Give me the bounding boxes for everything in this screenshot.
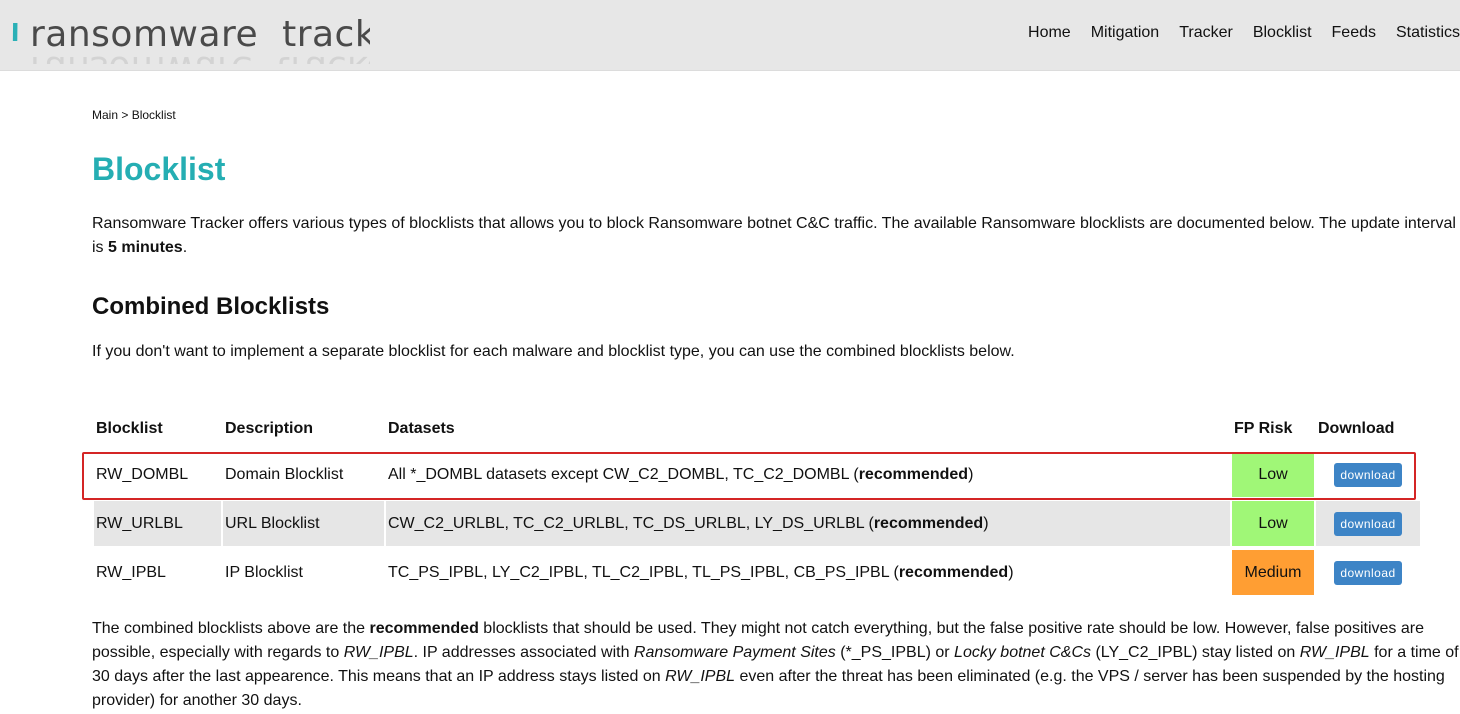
cell-datasets: CW_C2_URLBL, TC_C2_URLBL, TC_DS_URLBL, L… — [386, 501, 1230, 546]
footer-text-4: (*_PS_IPBL) or — [835, 644, 955, 661]
cell-description: Domain Blocklist — [225, 465, 344, 483]
table-row: RW_IPBL IP Blocklist TC_PS_IPBL, LY_C2_I… — [94, 550, 1420, 595]
download-button[interactable]: download — [1334, 462, 1402, 487]
download-button[interactable]: download — [1334, 560, 1402, 585]
cell-datasets: All *_DOMBL datasets except CW_C2_DOMBL,… — [386, 452, 1230, 497]
page-title: Blocklist — [92, 151, 226, 187]
section-title: Combined Blocklists — [92, 293, 330, 320]
breadcrumb-separator: > — [118, 108, 132, 122]
breadcrumb: Main > Blocklist — [92, 108, 176, 122]
cell-description: URL Blocklist — [223, 501, 384, 546]
footer-text-3: . IP addresses associated with — [413, 644, 634, 661]
logo-reflection: ransomware tracker — [30, 48, 370, 64]
cell-datasets: TC_PS_IPBL, LY_C2_IPBL, TL_C2_IPBL, TL_P… — [386, 550, 1230, 595]
cell-blocklist: RW_URLBL — [94, 501, 221, 546]
download-button[interactable]: download — [1334, 511, 1402, 536]
nav-tracker[interactable]: Tracker — [1179, 24, 1233, 42]
main-nav: Home Mitigation Tracker Blocklist Feeds … — [1008, 24, 1460, 42]
datasets-text: CW_C2_URLBL, TC_C2_URLBL, TC_DS_URLBL, L… — [388, 514, 874, 532]
cell-download: download — [1316, 550, 1420, 595]
footer-italic-rw-ipbl: RW_IPBL — [343, 644, 414, 661]
datasets-close: ) — [983, 514, 989, 532]
footer-italic-rw-ipbl-3: RW_IPBL — [665, 668, 736, 685]
fp-risk-badge: Low — [1232, 501, 1314, 546]
footer-italic-payment-sites: Ransomware Payment Sites — [633, 644, 836, 661]
datasets-text: All *_DOMBL datasets except CW_C2_DOMBL,… — [388, 465, 859, 483]
footer-text-1: The combined blocklists above are the — [92, 620, 370, 637]
logo-slashes: \\ — [10, 20, 19, 45]
table-row: RW_URLBL URL Blocklist CW_C2_URLBL, TC_C… — [94, 501, 1420, 546]
header-download: Download — [1318, 420, 1395, 437]
cell-blocklist: RW_IPBL — [96, 563, 166, 581]
fp-risk-badge: Low — [1232, 452, 1314, 497]
breadcrumb-main[interactable]: Main — [92, 108, 118, 122]
intro-text: Ransomware Tracker offers various types … — [92, 215, 1456, 256]
cell-blocklist: RW_DOMBL — [96, 465, 189, 483]
section-description: If you don't want to implement a separat… — [92, 343, 1015, 360]
table-header-row: Blocklist Description Datasets FP Risk D… — [94, 410, 1420, 448]
nav-home[interactable]: Home — [1028, 24, 1071, 42]
header-description: Description — [225, 420, 314, 437]
header-datasets: Datasets — [388, 420, 455, 437]
recommended-label: recommended — [873, 514, 984, 532]
header-blocklist: Blocklist — [96, 420, 163, 437]
ransomware-tracker-logo[interactable]: \\ ransomware tracker ransomware tracker — [10, 14, 370, 64]
recommended-label: recommended — [898, 563, 1009, 581]
footer-paragraph: The combined blocklists above are the re… — [92, 617, 1460, 713]
footer-italic-locky: Locky botnet C&Cs — [954, 644, 1091, 661]
cell-description: IP Blocklist — [225, 563, 303, 581]
footer-italic-rw-ipbl-2: RW_IPBL — [1299, 644, 1370, 661]
cell-download: download — [1316, 501, 1420, 546]
breadcrumb-current: Blocklist — [131, 108, 176, 122]
cell-download: download — [1316, 452, 1420, 497]
nav-statistics[interactable]: Statistics — [1396, 24, 1460, 42]
datasets-close: ) — [968, 465, 974, 483]
intro-suffix: . — [182, 239, 188, 256]
header-fp-risk: FP Risk — [1234, 420, 1293, 437]
update-interval: 5 minutes — [108, 239, 183, 256]
header-bar: \\ ransomware tracker ransomware tracker… — [0, 0, 1460, 71]
intro-paragraph: Ransomware Tracker offers various types … — [92, 212, 1460, 260]
nav-feeds[interactable]: Feeds — [1332, 24, 1376, 42]
footer-bold-recommended: recommended — [369, 620, 479, 637]
footer-text-5: (LY_C2_IPBL) stay listed on — [1091, 644, 1300, 661]
datasets-text: TC_PS_IPBL, LY_C2_IPBL, TL_C2_IPBL, TL_P… — [388, 563, 899, 581]
recommended-label: recommended — [858, 465, 969, 483]
blocklist-table: Blocklist Description Datasets FP Risk D… — [92, 406, 1422, 599]
datasets-close: ) — [1008, 563, 1014, 581]
fp-risk-badge: Medium — [1232, 550, 1314, 595]
table-row: RW_DOMBL Domain Blocklist All *_DOMBL da… — [94, 452, 1420, 497]
nav-mitigation[interactable]: Mitigation — [1091, 24, 1159, 42]
nav-blocklist[interactable]: Blocklist — [1253, 24, 1312, 42]
